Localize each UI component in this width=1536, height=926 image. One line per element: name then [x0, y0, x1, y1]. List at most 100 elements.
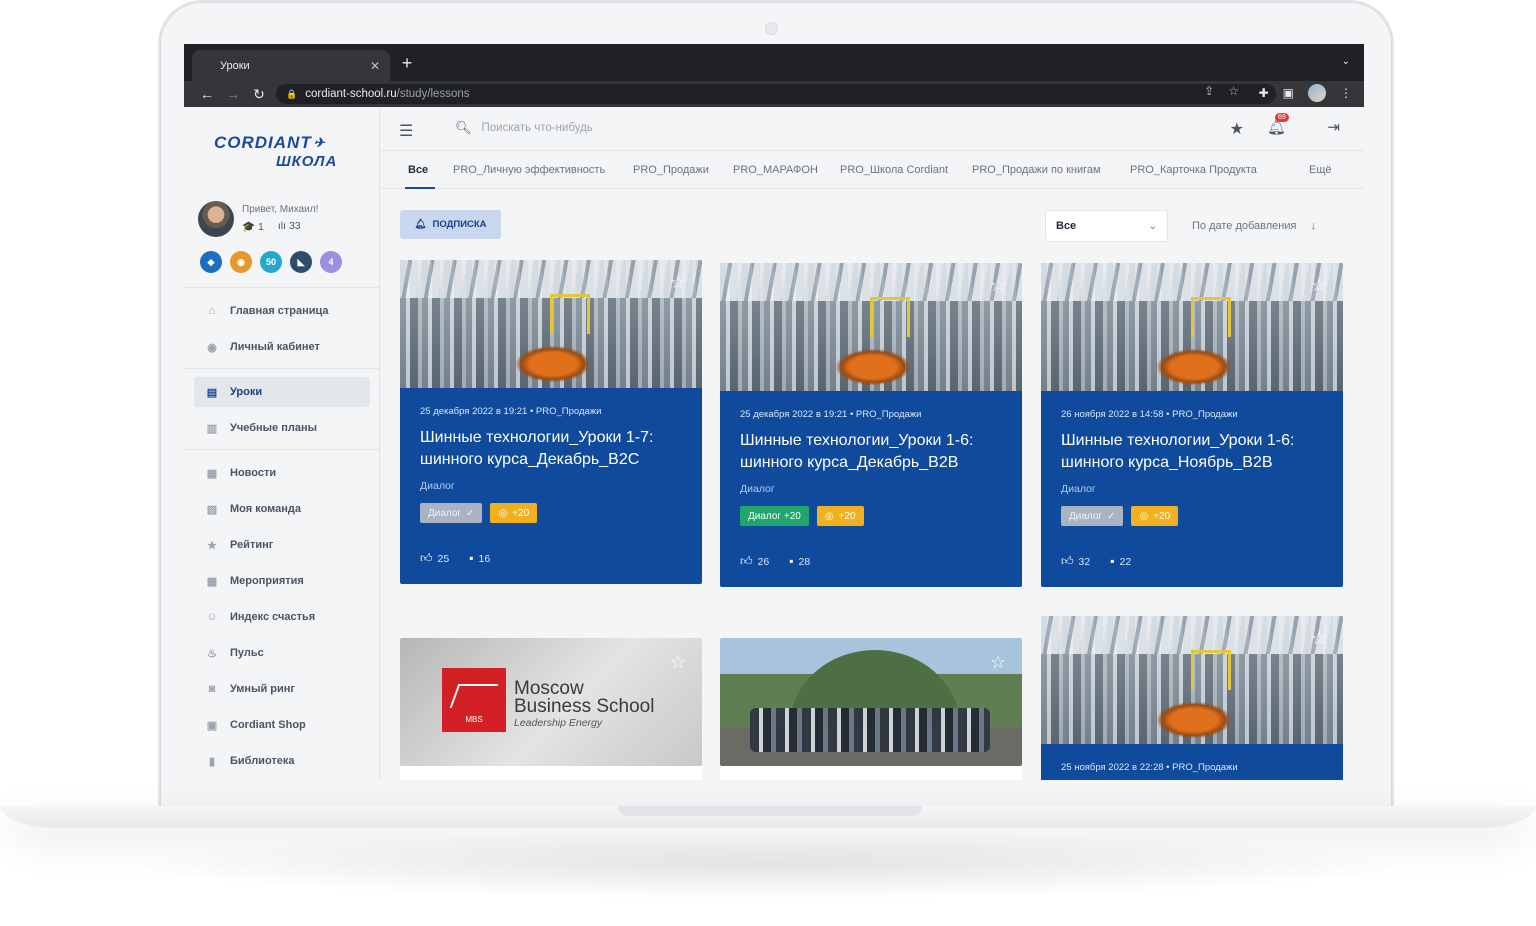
- sidebar-item-pulse[interactable]: ♨ Пульс: [194, 638, 370, 668]
- favorite-star-icon[interactable]: ☆: [1311, 628, 1327, 649]
- sort-control[interactable]: По дате добавления ↓: [1192, 220, 1316, 232]
- sidebar-item-lessons[interactable]: ▤ Уроки: [194, 377, 370, 407]
- sidebar-item-plans[interactable]: ▥ Учебные планы: [194, 413, 370, 443]
- url-host: cordiant-school.ru: [305, 88, 397, 100]
- kebab-menu-icon[interactable]: ⋮: [1340, 86, 1352, 100]
- comment-icon[interactable]: ▪: [469, 551, 473, 565]
- card-type: Диалог: [420, 480, 455, 492]
- category-tabs: Все PRO_Личную эффективность PRO_Продажи…: [381, 151, 1364, 189]
- shopping-bag-icon: ▣: [206, 719, 218, 732]
- side-panel-icon[interactable]: ▣: [1283, 86, 1294, 100]
- tab-product-card[interactable]: PRO_Карточка Продукта: [1130, 164, 1257, 176]
- card-meta: 25 ноября 2022 в 22:28 • PRO_Продажи: [1061, 762, 1238, 773]
- tab-all[interactable]: Все: [408, 164, 428, 176]
- card-type: Диалог: [740, 483, 775, 495]
- divider: [184, 449, 380, 450]
- search-icon: 🔍︎: [455, 120, 472, 135]
- comment-icon[interactable]: ▪: [1110, 554, 1114, 568]
- comment-icon[interactable]: ▪: [789, 554, 793, 568]
- logout-icon[interactable]: ⇥: [1327, 118, 1340, 136]
- badge-globe-icon[interactable]: ◉: [230, 251, 252, 273]
- subscribe-button[interactable]: 🔔︎ ПОДПИСКА: [400, 210, 501, 239]
- smile-icon: ☺: [206, 611, 218, 623]
- thumbs-up-icon[interactable]: 👍︎: [420, 551, 433, 565]
- likes-count: 26: [757, 556, 770, 568]
- card-title[interactable]: Шинные технологии_Уроки 1-7: шинного кур…: [420, 427, 682, 470]
- sidebar-item-home[interactable]: ⌂ Главная страница: [194, 296, 370, 326]
- browser-tab[interactable]: Уроки ✕: [192, 50, 390, 81]
- badge-sail-icon[interactable]: ◣: [290, 251, 312, 273]
- address-bar[interactable]: 🔒 cordiant-school.ru/study/lessons: [276, 84, 1276, 104]
- lesson-card[interactable]: ☆ 25 ноября 2022 в 22:28 • PRO_Продажи: [1041, 616, 1343, 780]
- card-thumbnail: ☆: [400, 260, 702, 388]
- logo-line1: CORDIANT: [214, 133, 312, 152]
- notifications-bell-icon[interactable]: 🔔︎ 69: [1267, 113, 1289, 136]
- hamburger-menu-icon[interactable]: ☰: [399, 121, 413, 141]
- lesson-card-mbs[interactable]: MBS Moscow Business School Leadership En…: [400, 638, 702, 766]
- bookmark-star-icon[interactable]: ☆: [1228, 84, 1239, 98]
- app: CORDIANT ✈ ШКОЛА Привет, Михаил! 🎓 1 ılı …: [184, 107, 1364, 780]
- close-icon[interactable]: ✕: [370, 59, 380, 73]
- favorite-star-icon[interactable]: ☆: [670, 272, 686, 293]
- reload-icon[interactable]: ↻: [246, 86, 272, 103]
- new-tab-icon[interactable]: +: [396, 52, 418, 74]
- tab-personal-effectiveness[interactable]: PRO_Личную эффективность: [453, 164, 605, 176]
- favorite-star-icon[interactable]: ☆: [990, 275, 1006, 296]
- sidebar-item-label: Пульс: [230, 647, 264, 659]
- chevron-down-icon[interactable]: ⌄: [1342, 56, 1350, 67]
- extensions-icon[interactable]: ✚: [1259, 86, 1269, 100]
- sidebar-item-label: Cordiant Shop: [230, 719, 306, 731]
- mbs-logo: MBS: [442, 668, 506, 732]
- thumbs-up-icon[interactable]: 👍︎: [1061, 554, 1074, 568]
- cordiant-logo[interactable]: CORDIANT ✈ ШКОЛА: [214, 133, 354, 173]
- filter-select[interactable]: Все ⌄: [1045, 210, 1168, 242]
- back-arrow-icon[interactable]: ←: [194, 86, 220, 102]
- profile-avatar[interactable]: [1308, 84, 1326, 102]
- card-title[interactable]: Шинные технологии_Уроки 1-6: шинного кур…: [740, 430, 1002, 473]
- favorite-star-icon[interactable]: ☆: [670, 652, 686, 673]
- sidebar-item-team[interactable]: ▧ Моя команда: [194, 494, 370, 524]
- sidebar-item-cabinet[interactable]: ◉ Личный кабинет: [194, 332, 370, 362]
- sidebar-item-ring[interactable]: ◙ Умный ринг: [194, 674, 370, 704]
- trophy-icon: ★: [207, 539, 217, 552]
- active-tab-underline: [405, 187, 435, 189]
- share-icon[interactable]: ⇪: [1204, 84, 1214, 98]
- favorite-star-icon[interactable]: ☆: [1311, 275, 1327, 296]
- sidebar-item-label: Мероприятия: [230, 575, 304, 587]
- library-icon: ▮: [208, 755, 216, 768]
- coin-icon: ◎: [824, 510, 834, 522]
- card-title[interactable]: Шинные технологии_Уроки 1-6: шинного кур…: [1061, 430, 1323, 473]
- lesson-card[interactable]: ☆ 25 декабря 2022 в 19:21 • PRO_Продажи …: [400, 260, 702, 584]
- favorites-star-icon[interactable]: ★: [1230, 119, 1244, 139]
- lesson-card-photo[interactable]: ☆: [720, 638, 1022, 766]
- avatar[interactable]: [198, 201, 234, 237]
- bell-icon: 🔔︎: [414, 219, 427, 230]
- sidebar-item-events[interactable]: ▦ Мероприятия: [194, 566, 370, 596]
- sidebar-item-shop[interactable]: ▣ Cordiant Shop: [194, 710, 370, 740]
- bar-chart-icon: ılı: [277, 220, 287, 232]
- sidebar-item-rating[interactable]: ★ Рейтинг: [194, 530, 370, 560]
- search-input[interactable]: [481, 122, 782, 134]
- badge-50-icon[interactable]: 50: [260, 251, 282, 273]
- check-icon: ✓: [1107, 510, 1116, 522]
- lesson-card[interactable]: ☆ 25 декабря 2022 в 19:21 • PRO_Продажи …: [720, 263, 1022, 587]
- user-circle-icon: ◉: [207, 341, 217, 354]
- sidebar-item-happiness[interactable]: ☺ Индекс счастья: [194, 602, 370, 632]
- badge-cube-icon[interactable]: ◆: [200, 251, 222, 273]
- lesson-card[interactable]: ☆ 26 ноября 2022 в 14:58 • PRO_Продажи Ш…: [1041, 263, 1343, 587]
- badge-4-icon[interactable]: 4: [320, 251, 342, 273]
- forward-arrow-icon[interactable]: →: [220, 86, 246, 102]
- tab-more[interactable]: Ещё: [1309, 164, 1332, 176]
- thumbs-up-icon[interactable]: 👍︎: [740, 554, 753, 568]
- sidebar-item-news[interactable]: ▦ Новости: [194, 458, 370, 488]
- divider: [184, 287, 380, 288]
- tab-sales-books[interactable]: PRO_Продажи по книгам: [972, 164, 1101, 176]
- tab-marathon[interactable]: PRO_МАРАФОН: [733, 164, 818, 176]
- flame-icon: ♨: [207, 647, 217, 660]
- sidebar-item-library[interactable]: ▮ Библиотека: [194, 746, 370, 776]
- check-icon: ✓: [466, 507, 475, 519]
- camera-dot: [765, 22, 778, 35]
- favorite-star-icon[interactable]: ☆: [990, 652, 1006, 673]
- tab-sales[interactable]: PRO_Продажи: [633, 164, 709, 176]
- tab-cordiant-school[interactable]: PRO_Школа Cordiant: [840, 164, 948, 176]
